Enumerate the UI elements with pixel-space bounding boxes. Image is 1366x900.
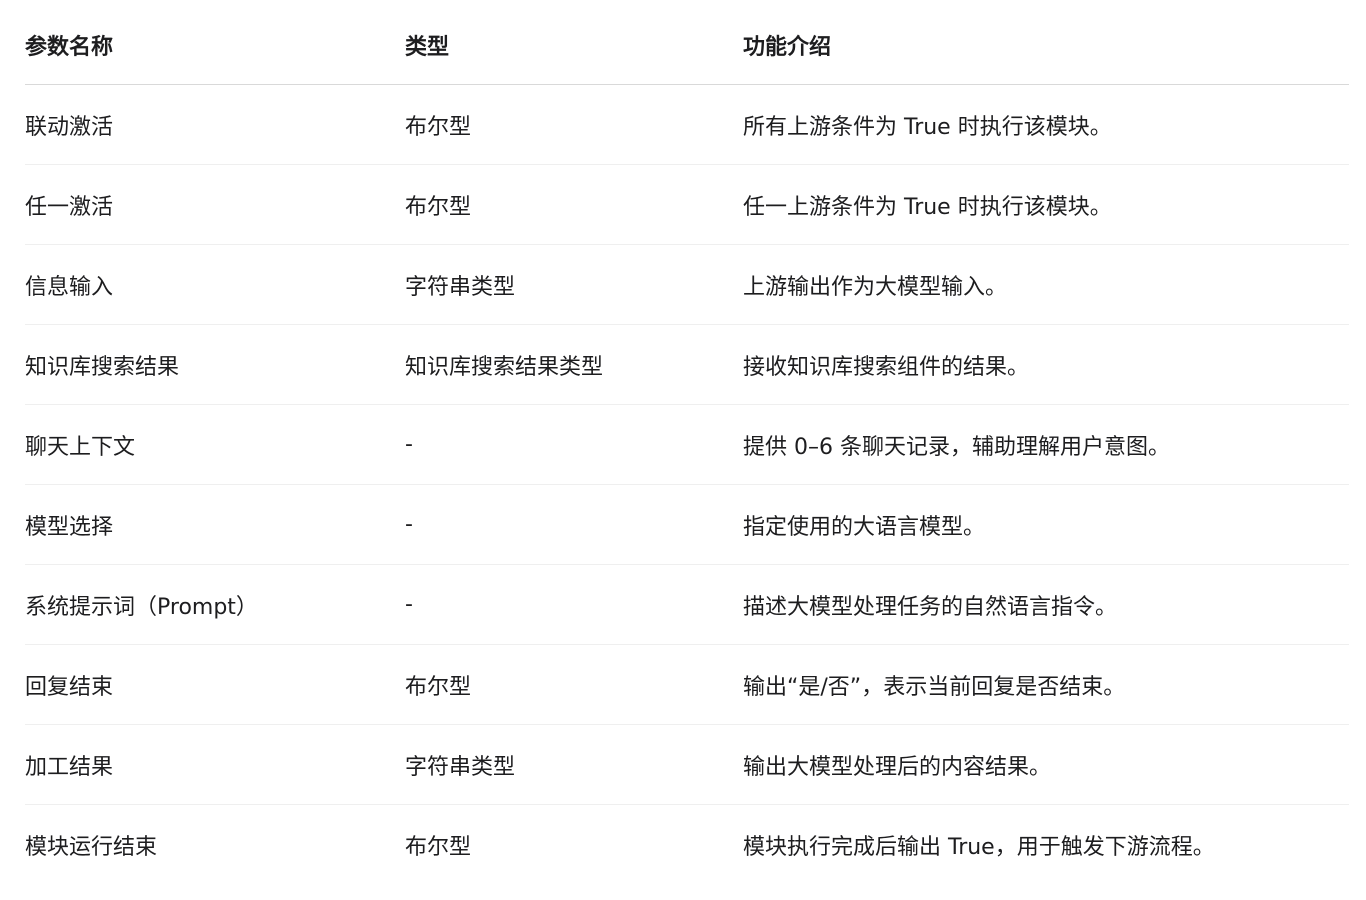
param-type-cell: 布尔型 [405,164,743,245]
table-row: 回复结束 布尔型 输出“是/否”，表示当前回复是否结束。 [25,644,1349,725]
param-name-cell: 信息输入 [25,244,405,325]
param-name-cell: 回复结束 [25,644,405,725]
param-type-cell: - [405,564,743,645]
table-row: 系统提示词（Prompt） - 描述大模型处理任务的自然语言指令。 [25,564,1349,645]
param-name-cell: 模块运行结束 [25,834,158,860]
param-description-cell: 输出“是/否”，表示当前回复是否结束。 [743,644,1349,725]
param-name-cell: 知识库搜索结果 [25,324,405,405]
param-type-cell: 布尔型 [405,834,472,860]
param-type-cell: 知识库搜索结果类型 [405,324,743,405]
parameter-table: 参数名称 类型 功能介绍 联动激活 布尔型 所有上游条件为 True 时执行该模… [25,5,1349,884]
table-row: 聊天上下文 - 提供 0–6 条聊天记录，辅助理解用户意图。 [25,404,1349,485]
param-type-cell: 布尔型 [405,644,743,725]
param-description-cell: 接收知识库搜索组件的结果。 [743,324,1349,405]
param-name-cell: 系统提示词（Prompt） [25,564,405,645]
param-type-cell: - [405,404,743,485]
param-description-cell: 模块执行完成后输出 True，用于触发下游流程。 [743,834,1215,860]
param-description-cell: 输出大模型处理后的内容结果。 [743,724,1349,805]
param-name-cell: 任一激活 [25,164,405,245]
table-row: 信息输入 字符串类型 上游输出作为大模型输入。 [25,244,1349,325]
table-header-row: 参数名称 类型 功能介绍 [25,5,1349,85]
param-name-cell: 聊天上下文 [25,404,405,485]
table-row: 模型选择 - 指定使用的大语言模型。 [25,484,1349,565]
param-description-cell: 指定使用的大语言模型。 [743,484,1349,565]
param-type-cell: 字符串类型 [405,724,743,805]
table-row: 联动激活 布尔型 所有上游条件为 True 时执行该模块。 [25,84,1349,165]
table-row: 加工结果 字符串类型 输出大模型处理后的内容结果。 [25,724,1349,805]
param-type-cell: 字符串类型 [405,244,743,325]
param-description-cell: 所有上游条件为 True 时执行该模块。 [743,84,1349,165]
param-name-cell: 联动激活 [25,84,405,165]
param-description-cell: 描述大模型处理任务的自然语言指令。 [743,564,1349,645]
table-row: 任一激活 布尔型 任一上游条件为 True 时执行该模块。 [25,164,1349,245]
param-description-cell: 上游输出作为大模型输入。 [743,244,1349,325]
param-name-cell: 模型选择 [25,484,405,565]
table-row: 模块运行结束 布尔型 模块执行完成后输出 True，用于触发下游流程。 [25,805,1349,885]
param-description-cell: 任一上游条件为 True 时执行该模块。 [743,164,1349,245]
header-param-name: 参数名称 [25,5,405,85]
parameter-table-container: 参数名称 类型 功能介绍 联动激活 布尔型 所有上游条件为 True 时执行该模… [25,5,1349,884]
table-row: 知识库搜索结果 知识库搜索结果类型 接收知识库搜索组件的结果。 [25,324,1349,405]
param-type-cell: - [405,484,743,565]
header-type: 类型 [405,5,743,85]
param-name-cell: 加工结果 [25,724,405,805]
header-description: 功能介绍 [743,5,1349,85]
param-description-cell: 提供 0–6 条聊天记录，辅助理解用户意图。 [743,404,1349,485]
param-type-cell: 布尔型 [405,84,743,165]
